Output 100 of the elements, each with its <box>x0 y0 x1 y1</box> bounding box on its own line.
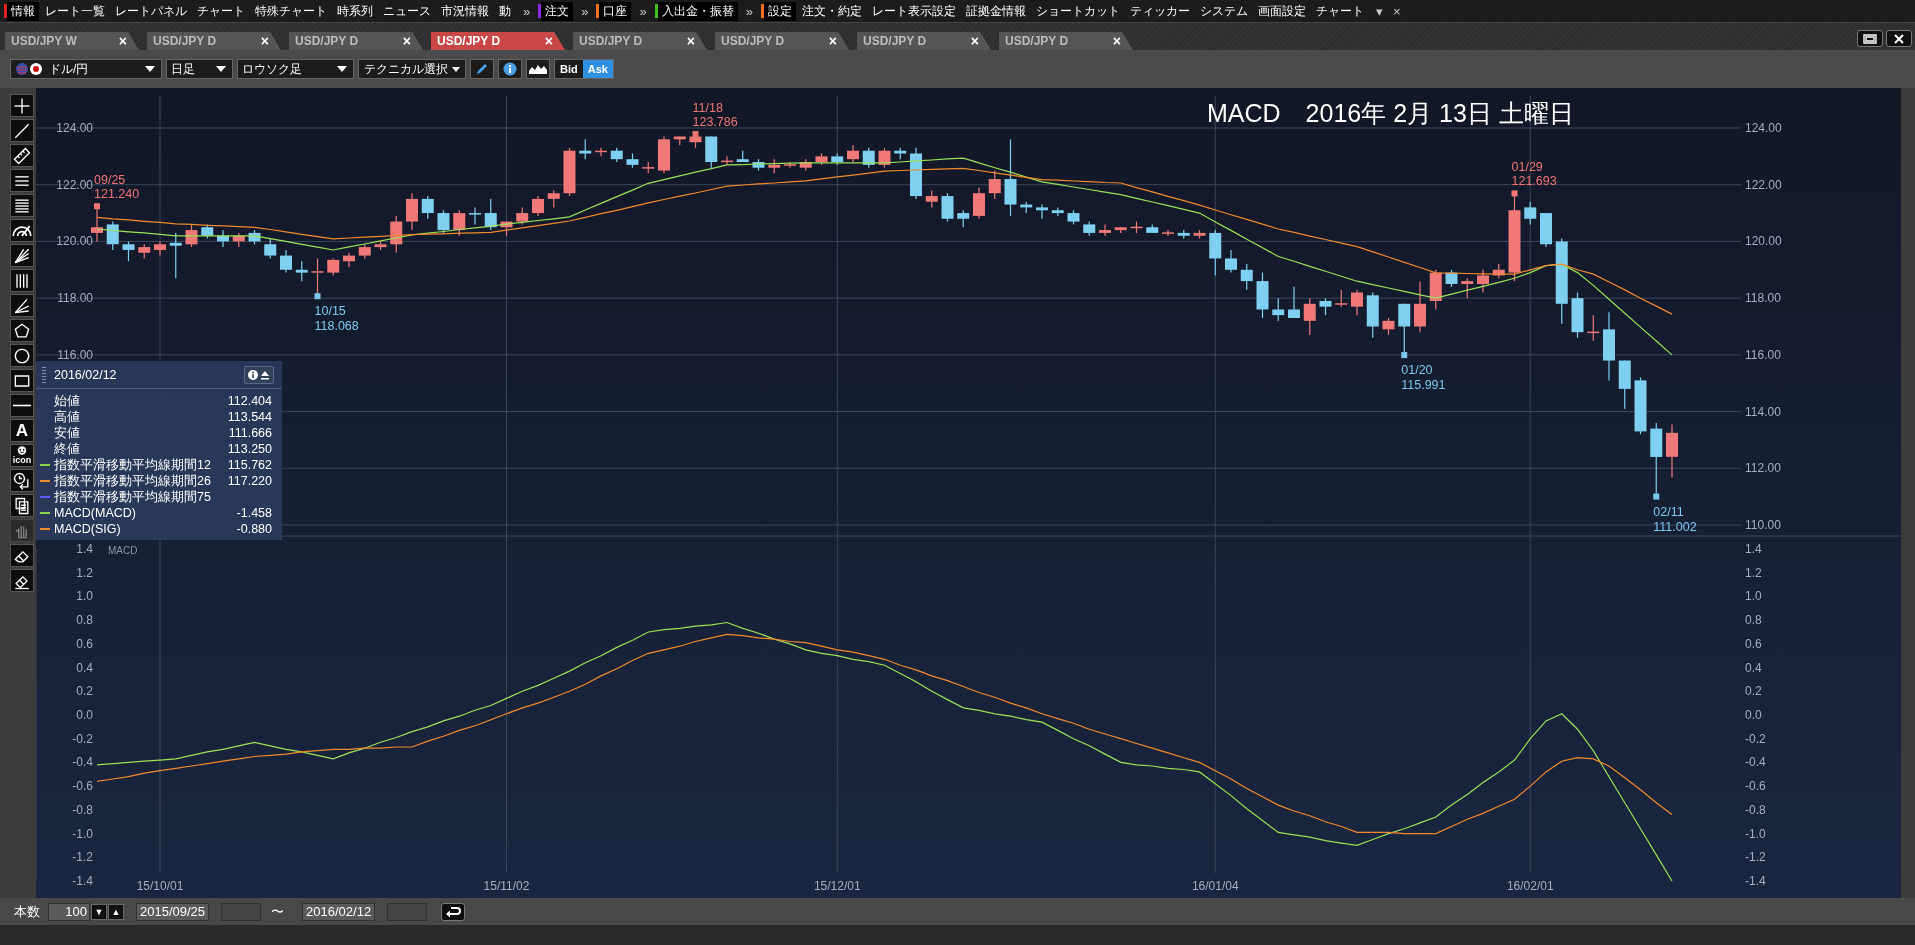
clock-tool-button[interactable] <box>10 469 34 492</box>
candlestick <box>1603 311 1615 381</box>
menu-item[interactable]: チャート <box>197 2 245 20</box>
menu-item[interactable]: チャート <box>1315 2 1364 20</box>
menu-overflow-button[interactable]: » <box>639 3 647 19</box>
start-date-field[interactable]: 2015/09/25 <box>136 902 210 921</box>
menu-item[interactable]: レート表示設定 <box>871 2 956 20</box>
caret-icon <box>216 66 226 72</box>
menu-item[interactable]: ニュース <box>383 2 431 20</box>
decrement-button[interactable]: ▼ <box>91 903 107 920</box>
fan-tool-button[interactable] <box>10 244 34 267</box>
menu-group-label[interactable]: 入出金・振替 <box>657 1 738 21</box>
maximize-button[interactable] <box>1857 30 1883 47</box>
extreme-marker <box>692 131 699 138</box>
chart-tab[interactable]: USD/JPY D × <box>857 32 991 50</box>
tab-close-button[interactable]: × <box>1112 33 1121 49</box>
candlestick <box>878 147 891 169</box>
hlines-dense-tool-button[interactable] <box>10 194 34 217</box>
circle-tool-button[interactable] <box>10 344 34 367</box>
panel-label: 終値 <box>54 440 81 458</box>
caret-icon <box>337 66 347 72</box>
candlestick <box>185 223 198 248</box>
menu-item[interactable]: レートパネル <box>115 2 187 20</box>
rectangle-tool-button[interactable] <box>10 369 34 392</box>
tab-close-button[interactable]: × <box>544 33 553 49</box>
menu-item[interactable]: システム <box>1199 2 1248 20</box>
draw-button[interactable] <box>470 59 494 79</box>
crosshair-tool-button[interactable] <box>10 94 34 117</box>
menu-item[interactable]: 注文・約定 <box>801 2 862 20</box>
menu-group-label[interactable]: 注文 <box>541 1 574 21</box>
quote-toggle[interactable]: Bid <box>555 60 583 78</box>
menu-overflow-button[interactable]: » <box>523 3 531 19</box>
stamp-tool-button[interactable]: icon <box>10 444 34 467</box>
currency-dropdown[interactable]: ドル/円 <box>10 59 162 79</box>
chart-tab[interactable]: USD/JPY D × <box>999 32 1133 50</box>
panel-date: 2016/02/12 <box>54 367 118 382</box>
eraser2-tool-button[interactable] <box>10 569 34 592</box>
chart-tab[interactable]: USD/JPY D × <box>573 32 707 50</box>
chart-tab[interactable]: USD/JPY D × <box>431 32 565 50</box>
count-field[interactable]: 100 <box>48 902 90 921</box>
menu-item[interactable]: 証拠金情報 <box>965 2 1026 20</box>
chart-tab[interactable]: USD/JPY D × <box>147 32 281 50</box>
menu-overflow-button[interactable]: » <box>581 3 589 19</box>
tab-close-button[interactable]: × <box>686 33 695 49</box>
period-dropdown[interactable]: 日足 <box>166 59 233 79</box>
menu-overflow-button[interactable]: × <box>1392 3 1401 19</box>
ruler-tool-button[interactable] <box>10 144 34 167</box>
vlines-tool-button[interactable] <box>10 269 34 292</box>
axis-label: 124.00 <box>1745 121 1782 135</box>
tab-close-button[interactable]: × <box>118 33 127 49</box>
mountain-chart-button[interactable] <box>526 59 550 79</box>
candlestick <box>532 195 544 217</box>
menu-item[interactable]: 市況情報 <box>441 2 489 20</box>
menu-item[interactable]: ショートカット <box>1035 2 1120 20</box>
menu-item[interactable]: レート一覧 <box>45 2 105 20</box>
axis-label: 112.00 <box>1745 461 1781 476</box>
candlestick <box>484 198 497 231</box>
arc-tool-button[interactable] <box>10 219 34 242</box>
menu-overflow-button[interactable]: » <box>745 3 753 19</box>
candlestick <box>1587 314 1600 342</box>
copy-tool-button[interactable] <box>10 494 34 517</box>
axis-label: 1.2 <box>1745 565 1762 580</box>
technical-select-button[interactable]: テクニカル選択 <box>358 59 466 79</box>
axis-label: 0.8 <box>76 613 93 628</box>
menu-group-label[interactable]: 口座 <box>599 1 632 21</box>
tab-close-button[interactable]: × <box>828 33 837 49</box>
close-button[interactable] <box>1886 30 1912 47</box>
axis-label: 15/10/01 <box>136 879 184 893</box>
line-tool-button[interactable] <box>10 119 34 142</box>
drag-handle[interactable] <box>42 366 46 383</box>
menu-overflow-button[interactable]: ▾ <box>1375 3 1383 19</box>
tab-close-button[interactable]: × <box>970 33 979 49</box>
chart-tab[interactable]: USD/JPY D × <box>289 32 423 50</box>
chart-tab[interactable]: USD/JPY D × <box>715 32 849 50</box>
candlestick <box>784 161 796 169</box>
menu-item[interactable]: 画面設定 <box>1257 2 1306 20</box>
tab-close-button[interactable]: × <box>260 33 269 49</box>
eraser-tool-button[interactable] <box>10 544 34 567</box>
axis-label: -0.8 <box>72 802 93 817</box>
chart-type-dropdown[interactable]: ロウソク足 <box>237 59 354 79</box>
chart-tab[interactable]: USD/JPY W × <box>5 32 139 50</box>
menu-item[interactable]: ティッカー <box>1129 2 1190 20</box>
pentagon-tool-button[interactable] <box>10 319 34 342</box>
menu-item[interactable]: 時系列 <box>337 2 373 20</box>
info-button[interactable] <box>498 59 522 79</box>
panel-collapse-button[interactable] <box>244 365 274 384</box>
hlines-tool-button[interactable] <box>10 169 34 192</box>
menu-item[interactable]: 動 <box>499 2 511 20</box>
menu-group-label[interactable]: 設定 <box>763 1 796 21</box>
axis-label: 1.4 <box>1745 542 1762 556</box>
fan2-tool-button[interactable] <box>10 294 34 317</box>
candlestick <box>1177 229 1190 240</box>
tab-close-button[interactable]: × <box>402 33 411 49</box>
end-date-field[interactable]: 2016/02/12 <box>302 902 376 921</box>
hline-tool-button[interactable] <box>10 394 34 417</box>
menu-item[interactable]: 特殊チャート <box>255 2 327 20</box>
increment-button[interactable]: ▲ <box>108 903 124 920</box>
text-tool-button[interactable]: A <box>10 419 34 442</box>
menu-group-label[interactable]: 情報 <box>7 1 39 21</box>
reset-button[interactable] <box>441 902 466 921</box>
